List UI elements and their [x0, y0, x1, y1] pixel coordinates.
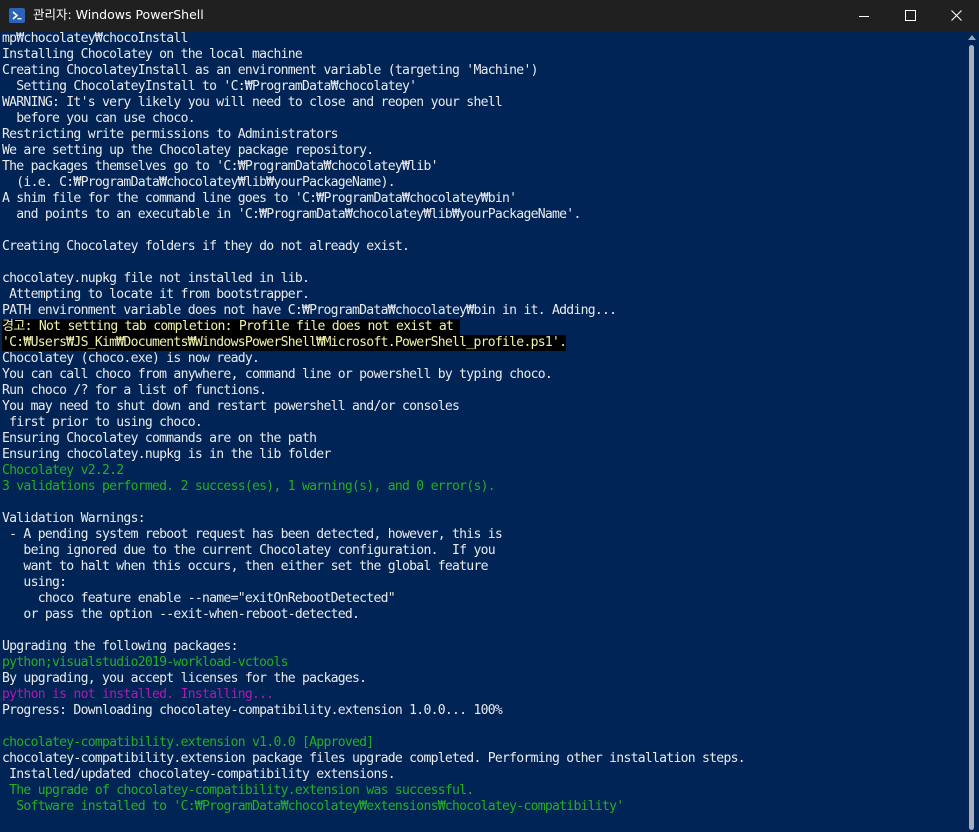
console-line: and points to an executable in 'C:₩Progr… [2, 207, 581, 222]
console-line: python;visualstudio2019-workload-vctools [2, 655, 288, 670]
console-line: chocolatey-compatibility.extension v1.0.… [2, 735, 374, 750]
console-line: being ignored due to the current Chocola… [2, 543, 495, 558]
console-line: python is not installed. Installing... [2, 687, 274, 702]
console-line: The upgrade of chocolatey-compatibility.… [2, 783, 474, 798]
console-line: Run choco /? for a list of functions. [2, 383, 267, 398]
console-line: Validation Warnings: [2, 511, 146, 526]
console-line: Ensuring Chocolatey commands are on the … [2, 431, 317, 446]
console-line: A shim file for the command line goes to… [2, 191, 517, 206]
console-output[interactable]: mp₩chocolatey₩chocoInstall Installing Cho… [0, 31, 965, 832]
console-line: before you can use choco. [2, 111, 195, 126]
scroll-up-icon[interactable] [968, 35, 976, 40]
console-line: using: [2, 575, 67, 590]
console-line: Creating ChocolateyInstall as an environ… [2, 63, 538, 78]
console-line: chocolatey-compatibility.extension packa… [2, 751, 746, 766]
console-line: 'C:₩Users₩JS_Kim₩Documents₩WindowsPowerS… [2, 335, 567, 351]
console-line: - A pending system reboot request has be… [2, 527, 503, 542]
console-line: You may need to shut down and restart po… [2, 399, 460, 414]
console-line: Creating Chocolatey folders if they do n… [2, 239, 410, 254]
vertical-scrollbar[interactable] [965, 31, 979, 832]
console-line: Upgrading the following packages: [2, 639, 238, 654]
console-line: Chocolatey v2.2.2 [2, 463, 124, 478]
console-line: Restricting write permissions to Adminis… [2, 127, 338, 142]
console-line: By upgrading, you accept licenses for th… [2, 671, 367, 686]
console-line: first prior to using choco. [2, 415, 203, 430]
console-line: Software installed to 'C:₩ProgramData₩ch… [2, 799, 624, 814]
console-line: Ensuring chocolatey.nupkg is in the lib … [2, 447, 331, 462]
minimize-icon [859, 6, 869, 25]
console-line: chocolatey.nupkg file not installed in l… [2, 271, 310, 286]
minimize-button[interactable] [841, 0, 887, 31]
console-line: WARNING: It's very likely you will need … [2, 95, 503, 110]
maximize-icon [904, 6, 916, 25]
console-line: want to halt when this occurs, then eith… [2, 559, 488, 574]
console-line: Progress: Downloading chocolatey-compati… [2, 703, 503, 718]
console-line: Chocolatey (choco.exe) is now ready. [2, 351, 260, 366]
window-title: 관리자: Windows PowerShell [33, 7, 204, 22]
maximize-button[interactable] [887, 0, 933, 31]
powershell-icon [9, 8, 25, 23]
console-line: or pass the option --exit-when-reboot-de… [2, 607, 360, 622]
close-button[interactable] [933, 0, 979, 31]
close-icon [950, 6, 962, 25]
console-line: 경고: Not setting tab completion: Profile … [2, 319, 461, 335]
console-line: The packages themselves go to 'C:₩Progra… [2, 159, 438, 174]
console-line: PATH environment variable does not have … [2, 303, 617, 318]
console-line: choco feature enable --name="exitOnReboo… [2, 591, 396, 606]
console-line: (i.e. C:₩ProgramData₩chocolatey₩lib₩your… [2, 175, 395, 190]
console-line: mp₩chocolatey₩chocoInstall [2, 31, 188, 46]
scrollbar-thumb[interactable] [969, 45, 974, 830]
title-bar[interactable]: 관리자: Windows PowerShell [0, 0, 979, 31]
powershell-window: 관리자: Windows PowerShell mp₩chocolatey₩ch… [0, 0, 979, 832]
console-line: Attempting to locate it from bootstrappe… [2, 287, 310, 302]
console-line: You can call choco from anywhere, comman… [2, 367, 553, 382]
console-line: Setting ChocolateyInstall to 'C:₩Program… [2, 79, 417, 94]
console-line: 3 validations performed. 2 success(es), … [2, 479, 496, 494]
console-line: We are setting up the Chocolatey package… [2, 143, 374, 158]
console-line: Installed/updated chocolatey-compatibili… [2, 767, 395, 782]
console-line: Installing Chocolatey on the local machi… [2, 47, 303, 62]
